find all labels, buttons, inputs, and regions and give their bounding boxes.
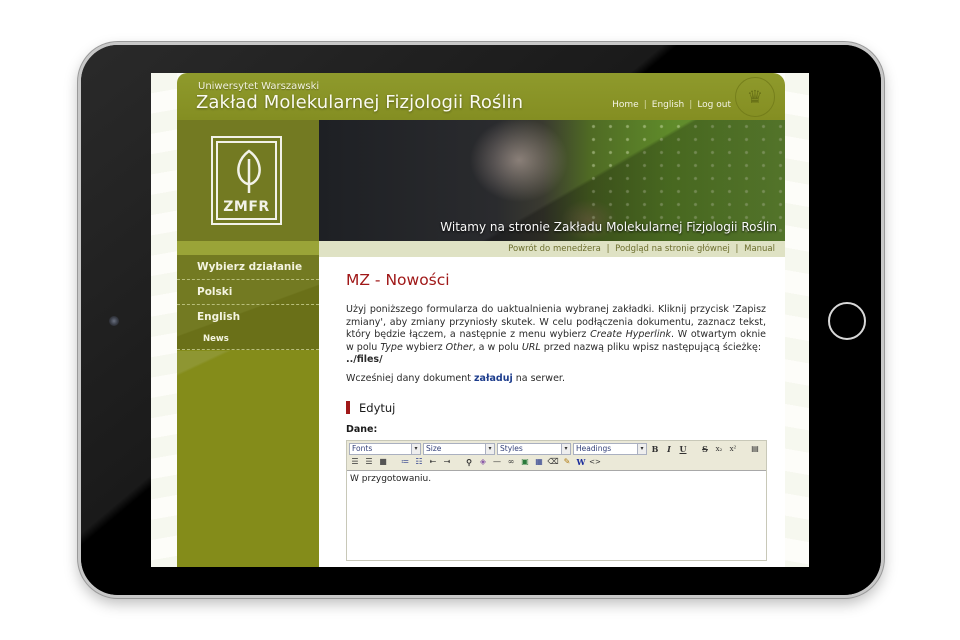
site-header: Uniwersytet Warszawski Zakład Molekularn…: [177, 73, 785, 120]
home-button[interactable]: [828, 302, 866, 340]
word-paste-icon[interactable]: W: [575, 456, 587, 468]
separator: |: [643, 100, 647, 110]
left-column-fill: [177, 351, 319, 567]
leaf-icon: [237, 149, 261, 193]
main-content: MZ - Nowości Użyj poniższego formularza …: [319, 257, 785, 567]
intro-text: Użyj poniższego formularza do uaktualnie…: [346, 304, 766, 367]
bold-button[interactable]: B: [649, 443, 661, 455]
manual-link[interactable]: Manual: [744, 244, 775, 254]
eraser-icon[interactable]: ⌫: [547, 456, 559, 468]
field-label: Dane:: [346, 423, 378, 435]
section-marker: [346, 401, 350, 414]
horizontal-rule-icon[interactable]: —: [491, 456, 503, 468]
banner-image: Witamy na stronie Zakładu Molekularnej F…: [319, 120, 785, 241]
image-icon[interactable]: ▣: [519, 456, 531, 468]
toolbar-row-1: Fonts ▾ Size ▾ Styles ▾ Headings ▾ B I U S x…: [349, 443, 764, 456]
university-seal-icon: ♛: [735, 77, 775, 117]
editor-toolbar: Fonts ▾ Size ▾ Styles ▾ Headings ▾ B I U S x…: [347, 440, 766, 470]
hyperlink-icon[interactable]: ∞: [505, 456, 517, 468]
underline-button[interactable]: U: [677, 443, 689, 455]
back-to-manager-link[interactable]: Powrót do menedżera: [508, 244, 601, 254]
upload-text: Wcześniej dany dokument: [346, 372, 475, 384]
table-icon[interactable]: ▦: [533, 456, 545, 468]
intro-emphasis: Create Hyperlink: [590, 329, 671, 340]
section-heading: Edytuj: [346, 401, 768, 415]
align-right-button[interactable]: ☰: [363, 456, 375, 468]
upload-line: Wcześniej dany dokument załaduj na serwe…: [346, 373, 768, 384]
rich-text-editor: Fonts ▾ Size ▾ Styles ▾ Headings ▾ B I U S x…: [346, 439, 767, 561]
align-center-button[interactable]: ☰: [349, 456, 361, 468]
zmfr-logo[interactable]: ZMFR: [211, 136, 282, 225]
superscript-button[interactable]: x²: [727, 443, 739, 455]
find-icon[interactable]: ⚲: [463, 456, 475, 468]
intro-part: wybierz: [402, 341, 446, 353]
admin-subnav: Powrót do menedżera | Podgląd na stronie…: [319, 241, 785, 257]
divider-strip: [177, 241, 319, 255]
styles-select-value: Styles: [500, 444, 523, 453]
ordered-list-button[interactable]: ≔: [399, 456, 411, 468]
nav-logout-link[interactable]: Log out: [697, 100, 731, 110]
sidebar-item-news[interactable]: News: [177, 330, 319, 350]
chevron-down-icon: ▾: [411, 444, 420, 454]
upload-text: na serwer.: [512, 372, 565, 384]
preview-link[interactable]: Podgląd na stronie głównej: [615, 244, 730, 254]
left-column: ZMFR Wybierz działanie Polski English Ne…: [177, 120, 319, 567]
chevron-down-icon: ▾: [637, 444, 646, 454]
zmfr-logo-frame: ZMFR: [216, 141, 277, 220]
strikethrough-button[interactable]: S: [699, 443, 711, 455]
clean-format-icon[interactable]: ✎: [561, 456, 573, 468]
sidebar-item-english[interactable]: English: [177, 305, 319, 330]
font-select-value: Fonts: [352, 444, 373, 453]
sidebar-item-choose-action[interactable]: Wybierz działanie: [177, 255, 319, 280]
department-name: Zakład Molekularnej Fizjologii Roślin: [196, 92, 524, 113]
outdent-button[interactable]: ⇤: [427, 456, 439, 468]
size-select-value: Size: [426, 444, 442, 453]
separator: |: [735, 244, 739, 254]
page-title: MZ - Nowości: [346, 271, 450, 289]
align-left-button[interactable]: ▤: [749, 443, 761, 455]
intro-part: przed nazwą pliku wpisz następującą ście…: [540, 341, 762, 353]
intro-emphasis: Type: [380, 341, 403, 353]
logo-panel: ZMFR: [177, 120, 319, 241]
chevron-down-icon: ▾: [485, 444, 494, 454]
camera-icon: [109, 316, 119, 326]
toolbar-row-2: ☰ ☰ ■ ≔ ☷ ⇤ ⇥ ⚲ ◈ — ∞ ▣ ▦ ⌫ ✎ W <>: [349, 456, 764, 469]
intro-emphasis: URL: [521, 341, 541, 353]
intro-emphasis: Other: [445, 341, 473, 353]
intro-part: , a w polu: [472, 341, 522, 353]
italic-button[interactable]: I: [663, 443, 675, 455]
headings-select-value: Headings: [576, 444, 612, 453]
chevron-down-icon: ▾: [561, 444, 570, 454]
university-name: Uniwersytet Warszawski: [198, 81, 320, 92]
files-path: ../files/: [346, 354, 383, 365]
decorative-pattern-right: [785, 73, 809, 567]
source-code-icon[interactable]: <>: [589, 456, 601, 468]
headings-select[interactable]: Headings ▾: [573, 443, 647, 455]
color-picker-icon[interactable]: ◈: [477, 456, 489, 468]
justify-button[interactable]: ■: [377, 456, 389, 468]
top-nav: Home | English | Log out: [612, 100, 731, 110]
screen: Uniwersytet Warszawski Zakład Molekularn…: [151, 73, 809, 567]
decorative-pattern-left: [151, 73, 177, 567]
nav-home-link[interactable]: Home: [612, 100, 639, 110]
subscript-button[interactable]: x₂: [713, 443, 725, 455]
unordered-list-button[interactable]: ☷: [413, 456, 425, 468]
separator: |: [689, 100, 693, 110]
sidebar-item-polski[interactable]: Polski: [177, 280, 319, 305]
editor-text-area[interactable]: W przygotowaniu.: [347, 469, 766, 560]
indent-button[interactable]: ⇥: [441, 456, 453, 468]
nav-english-link[interactable]: English: [652, 100, 685, 110]
logo-text: ZMFR: [223, 199, 270, 215]
sidebar-nav: Wybierz działanie Polski English News: [177, 255, 319, 350]
font-select[interactable]: Fonts ▾: [349, 443, 421, 455]
separator: |: [606, 244, 610, 254]
banner-caption: Witamy na stronie Zakładu Molekularnej F…: [440, 220, 777, 234]
styles-select[interactable]: Styles ▾: [497, 443, 571, 455]
section-title: Edytuj: [359, 400, 396, 415]
size-select[interactable]: Size ▾: [423, 443, 495, 455]
upload-link[interactable]: załaduj: [474, 373, 513, 384]
